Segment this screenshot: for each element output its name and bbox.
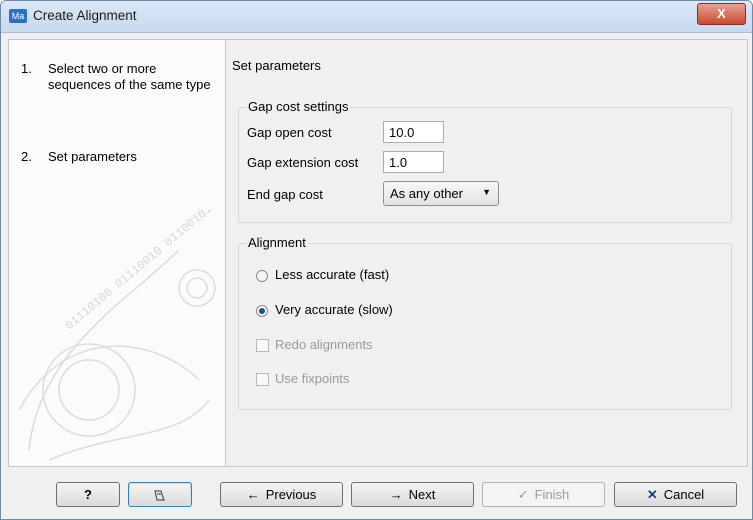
- reset-button[interactable]: [128, 482, 192, 507]
- very-accurate-label[interactable]: Very accurate (slow): [275, 302, 393, 317]
- end-gap-cost-dropdown[interactable]: As any other ▼: [383, 181, 499, 206]
- step-number: 1.: [21, 61, 32, 76]
- very-accurate-radio[interactable]: [256, 305, 268, 317]
- use-fixpoints-label: Use fixpoints: [275, 371, 350, 386]
- next-label: Next: [408, 487, 436, 502]
- gap-extension-cost-label: Gap extension cost: [247, 155, 359, 170]
- end-gap-cost-label: End gap cost: [247, 187, 323, 202]
- next-button[interactable]: → Next: [351, 482, 474, 507]
- cancel-label: Cancel: [663, 487, 705, 502]
- step-label: Set parameters: [48, 149, 137, 164]
- previous-button[interactable]: ← Previous: [220, 482, 343, 507]
- cancel-button[interactable]: ✕ Cancel: [614, 482, 737, 507]
- create-alignment-dialog: Ma Create Alignment X 1. Select two or m…: [0, 0, 753, 520]
- arrow-right-icon: →: [389, 487, 403, 502]
- help-button[interactable]: ?: [56, 482, 120, 507]
- app-icon: Ma: [9, 9, 27, 23]
- dropdown-value: As any other: [390, 186, 463, 201]
- group-title: Alignment: [246, 235, 308, 250]
- binary-spiral-decoration: 01110100 01110010 01100101 01100101: [18, 210, 225, 461]
- dialog-body: 1. Select two or more sequences of the s…: [8, 39, 748, 467]
- wizard-steps: 1. Select two or more sequences of the s…: [9, 40, 226, 466]
- close-icon: ✕: [646, 487, 658, 502]
- reset-icon: [154, 489, 165, 501]
- panel-title: Set parameters: [232, 58, 321, 73]
- radio-selected-dot: [259, 308, 265, 314]
- group-title: Gap cost settings: [246, 99, 351, 114]
- gap-cost-settings-group: Gap cost settings Gap open cost 10.0 Gap…: [238, 99, 732, 223]
- redo-alignments-label: Redo alignments: [275, 337, 373, 352]
- gap-extension-cost-input[interactable]: 1.0: [383, 151, 444, 173]
- alignment-group: Alignment Less accurate (fast) Very accu…: [238, 235, 732, 410]
- step-number: 2.: [21, 149, 32, 164]
- decoration-binary-text: 01110100 01110010 01100101 01100101: [63, 210, 225, 333]
- less-accurate-radio[interactable]: [256, 270, 268, 282]
- parameters-panel: Set parameters Gap cost settings Gap ope…: [226, 40, 747, 466]
- step-label: Select two or more sequences of the same…: [48, 61, 211, 92]
- finish-button[interactable]: ✓ Finish: [482, 482, 605, 507]
- arrow-left-icon: ←: [246, 487, 260, 502]
- less-accurate-label[interactable]: Less accurate (fast): [275, 267, 389, 282]
- redo-alignments-checkbox[interactable]: [256, 339, 269, 352]
- finish-label: Finish: [534, 487, 570, 502]
- close-button[interactable]: X: [697, 3, 746, 25]
- checkmark-icon: ✓: [517, 487, 529, 502]
- use-fixpoints-checkbox[interactable]: [256, 373, 269, 386]
- chevron-down-icon: ▼: [482, 187, 491, 197]
- gap-open-cost-input[interactable]: 10.0: [383, 121, 444, 143]
- title-bar: Ma Create Alignment X: [1, 1, 752, 33]
- window-title: Create Alignment: [33, 8, 137, 23]
- gap-open-cost-label: Gap open cost: [247, 125, 332, 140]
- previous-label: Previous: [265, 487, 317, 502]
